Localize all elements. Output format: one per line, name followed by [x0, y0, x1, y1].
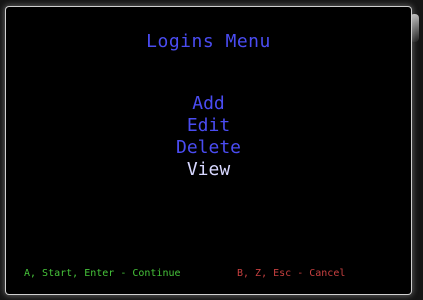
- cancel-hint: B, Z, Esc - Cancel: [237, 268, 346, 279]
- menu-item-view[interactable]: View: [6, 159, 411, 181]
- display-screen: Logins Menu Add Edit Delete View A, Star…: [6, 7, 411, 294]
- menu-item-edit[interactable]: Edit: [6, 115, 411, 137]
- menu-item-add[interactable]: Add: [6, 93, 411, 115]
- screen-glare: [410, 14, 419, 42]
- menu-title: Logins Menu: [146, 31, 271, 52]
- menu-item-delete[interactable]: Delete: [6, 137, 411, 159]
- device-bezel: Logins Menu Add Edit Delete View A, Star…: [0, 0, 423, 300]
- continue-hint: A, Start, Enter - Continue: [24, 268, 181, 279]
- logins-menu: Add Edit Delete View: [6, 93, 411, 181]
